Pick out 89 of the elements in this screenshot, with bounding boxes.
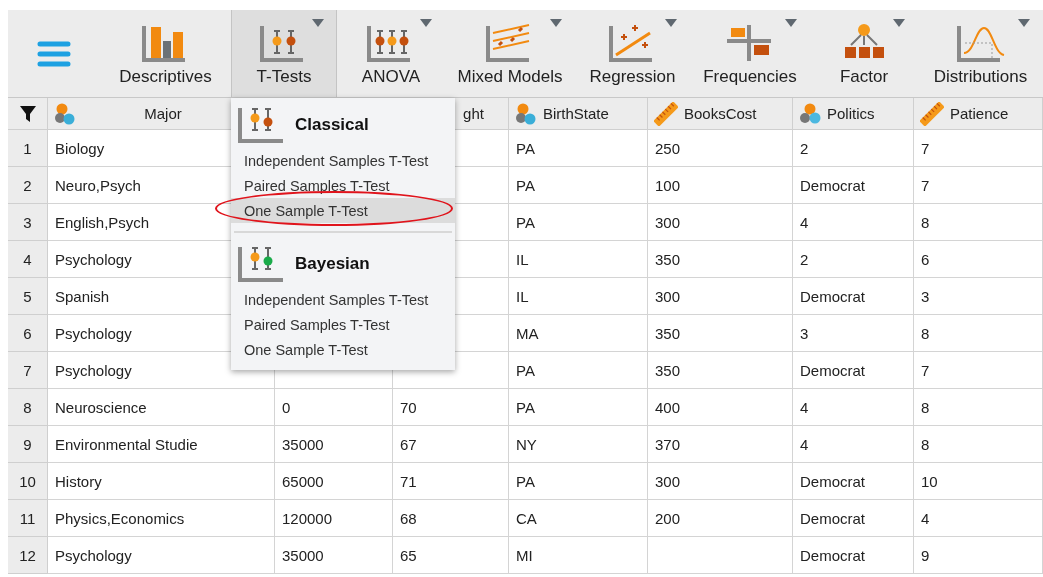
toolbar-button[interactable]: Mixed Models (445, 10, 575, 97)
toolbar-button[interactable]: Factor (810, 10, 918, 97)
table-cell: 3 (793, 315, 914, 352)
table-cell: PA (509, 352, 648, 389)
toolbar-button[interactable]: Regression (575, 10, 690, 97)
toolbar-button[interactable]: Frequencies (690, 10, 810, 97)
table-cell: Democrat (793, 167, 914, 204)
table-cell: 9 (914, 537, 1043, 574)
table-cell: 300 (648, 463, 793, 500)
row-number: 5 (8, 278, 48, 315)
row-number: 7 (8, 352, 48, 389)
table-cell: 70 (393, 389, 509, 426)
menu-item[interactable]: One Sample T-Test (231, 198, 455, 223)
table-cell: 35000 (275, 426, 393, 463)
row-number: 2 (8, 167, 48, 204)
table-cell: 4 (793, 389, 914, 426)
table-cell: 3 (914, 278, 1043, 315)
table-cell: 6 (914, 241, 1043, 278)
table-cell: 370 (648, 426, 793, 463)
table-cell: Neuroscience (48, 389, 275, 426)
column-header[interactable]: BirthState (509, 98, 648, 130)
toolbar-button[interactable]: T-Tests (231, 10, 337, 97)
table-cell: History (48, 463, 275, 500)
table-cell: 67 (393, 426, 509, 463)
table-cell: 68 (393, 500, 509, 537)
table-cell: 4 (793, 204, 914, 241)
table-cell: 350 (648, 241, 793, 278)
table-cell: Democrat (793, 500, 914, 537)
row-number: 11 (8, 500, 48, 537)
column-header[interactable]: BooksCost (648, 98, 793, 130)
table-cell: Democrat (793, 463, 914, 500)
table-cell: Democrat (793, 352, 914, 389)
table-cell: 350 (648, 352, 793, 389)
row-number: 10 (8, 463, 48, 500)
table-cell: 10 (914, 463, 1043, 500)
menu-section-title: Classical (295, 115, 369, 135)
row-number: 6 (8, 315, 48, 352)
table-cell: 200 (648, 500, 793, 537)
table-cell: IL (509, 278, 648, 315)
table-cell: NY (509, 426, 648, 463)
table-cell: 65 (393, 537, 509, 574)
table-cell: Psychology (48, 537, 275, 574)
table-cell: MA (509, 315, 648, 352)
table-cell: Democrat (793, 278, 914, 315)
table-cell: PA (509, 167, 648, 204)
table-cell: CA (509, 500, 648, 537)
table-cell: 400 (648, 389, 793, 426)
toolbar-button[interactable]: ANOVA (337, 10, 445, 97)
menu-section-title: Bayesian (295, 254, 370, 274)
table-cell: 120000 (275, 500, 393, 537)
table-cell: 300 (648, 278, 793, 315)
table-cell: Democrat (793, 537, 914, 574)
table-cell: 100 (648, 167, 793, 204)
table-cell: 2 (793, 130, 914, 167)
table-cell: 250 (648, 130, 793, 167)
table-cell: 8 (914, 426, 1043, 463)
table-cell: 7 (914, 352, 1043, 389)
row-number: 3 (8, 204, 48, 241)
row-number: 9 (8, 426, 48, 463)
table-cell: 8 (914, 389, 1043, 426)
column-header[interactable]: Patience (914, 98, 1043, 130)
table-cell: 4 (914, 500, 1043, 537)
table-cell: 65000 (275, 463, 393, 500)
table-cell: 7 (914, 167, 1043, 204)
table-cell: PA (509, 463, 648, 500)
table-cell: 35000 (275, 537, 393, 574)
table-cell: PA (509, 389, 648, 426)
column-header[interactable]: Politics (793, 98, 914, 130)
table-cell: Physics,Economics (48, 500, 275, 537)
table-cell: 8 (914, 204, 1043, 241)
table-cell: 350 (648, 315, 793, 352)
table-cell: MI (509, 537, 648, 574)
toolbar-button[interactable]: Distributions (918, 10, 1043, 97)
row-number: 1 (8, 130, 48, 167)
table-cell: PA (509, 130, 648, 167)
table-cell: 71 (393, 463, 509, 500)
table-cell: Environmental Studie (48, 426, 275, 463)
table-cell: 2 (793, 241, 914, 278)
row-number: 8 (8, 389, 48, 426)
table-cell: 7 (914, 130, 1043, 167)
row-number: 12 (8, 537, 48, 574)
table-cell: PA (509, 204, 648, 241)
table-cell: IL (509, 241, 648, 278)
row-number: 4 (8, 241, 48, 278)
toolbar-button[interactable]: Descriptives (100, 10, 231, 97)
table-cell: 300 (648, 204, 793, 241)
table-cell: 0 (275, 389, 393, 426)
table-cell: 4 (793, 426, 914, 463)
table-cell: 8 (914, 315, 1043, 352)
